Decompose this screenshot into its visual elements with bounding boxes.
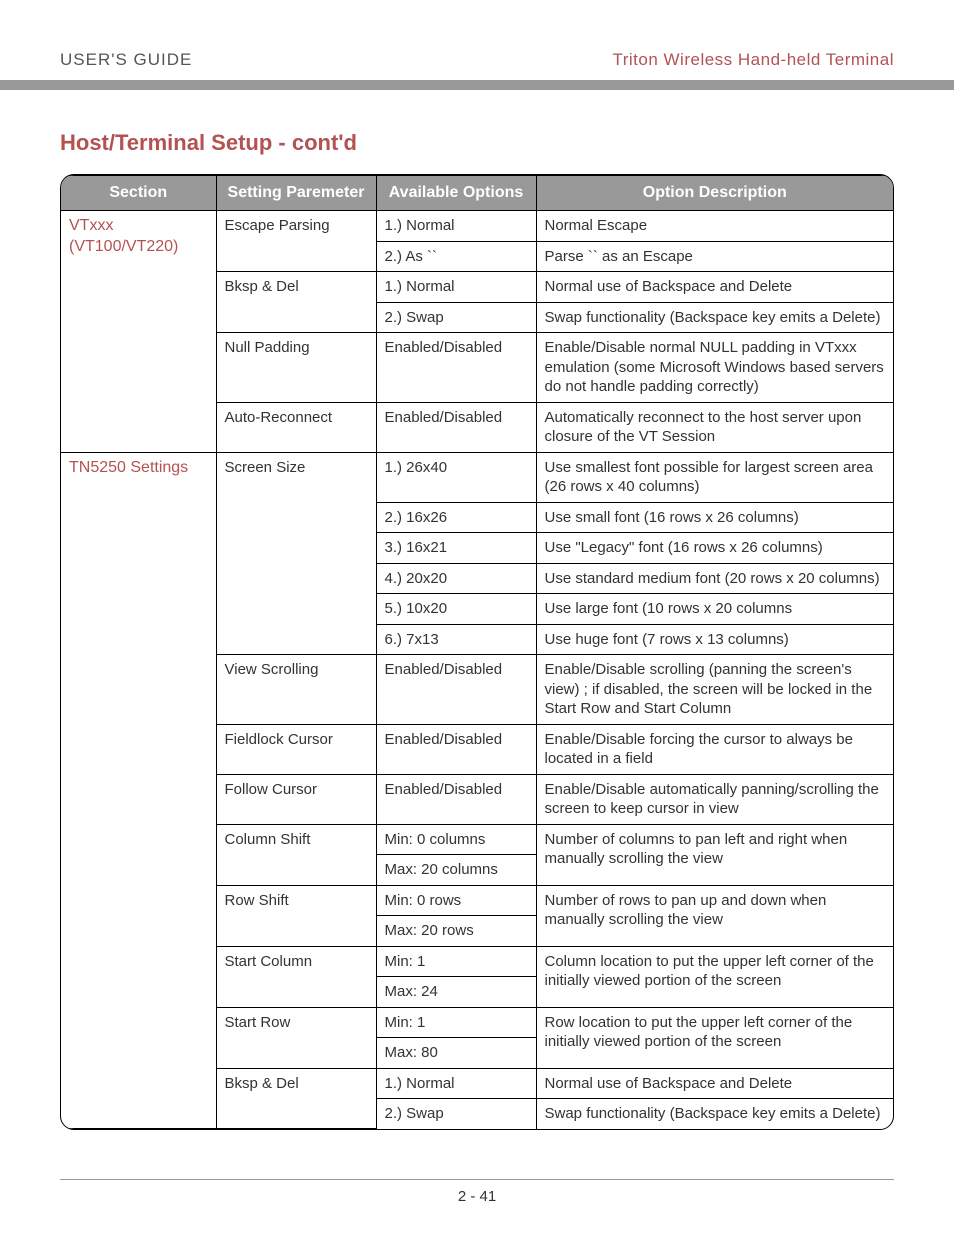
table-row: TN5250 Settings Screen Size 1.) 26x40 Us… — [61, 452, 893, 502]
table-row: VTxxx (VT100/VT220) Escape Parsing 1.) N… — [61, 211, 893, 242]
opt: 2.) As `` — [376, 241, 536, 272]
opt: 5.) 10x20 — [376, 594, 536, 625]
param-null-padding: Null Padding — [216, 333, 376, 403]
table-header-row: Section Setting Paremeter Available Opti… — [61, 176, 893, 211]
page-header: USER'S GUIDE Triton Wireless Hand-held T… — [60, 50, 894, 70]
opt: Enabled/Disabled — [376, 402, 536, 452]
param-bksp-del: Bksp & Del — [216, 1068, 376, 1129]
header-divider — [0, 80, 954, 90]
opt: Max: 20 columns — [376, 855, 536, 886]
opt: Enabled/Disabled — [376, 774, 536, 824]
header-right: Triton Wireless Hand-held Terminal — [612, 50, 894, 70]
desc: Automatically reconnect to the host serv… — [536, 402, 893, 452]
opt: 6.) 7x13 — [376, 624, 536, 655]
desc: Enable/Disable forcing the cursor to alw… — [536, 724, 893, 774]
desc: Parse `` as an Escape — [536, 241, 893, 272]
opt: Min: 1 — [376, 946, 536, 977]
opt: Enabled/Disabled — [376, 724, 536, 774]
desc: Enable/Disable normal NULL padding in VT… — [536, 333, 893, 403]
param-screen-size: Screen Size — [216, 452, 376, 655]
opt: Min: 0 rows — [376, 885, 536, 916]
param-column-shift: Column Shift — [216, 824, 376, 885]
opt: 3.) 16x21 — [376, 533, 536, 564]
opt: Max: 24 — [376, 977, 536, 1008]
param-escape-parsing: Escape Parsing — [216, 211, 376, 272]
desc: Use standard medium font (20 rows x 20 c… — [536, 563, 893, 594]
opt: Enabled/Disabled — [376, 333, 536, 403]
page-footer: 2 - 41 — [0, 1179, 954, 1205]
param-bksp-del: Bksp & Del — [216, 272, 376, 333]
opt: 1.) 26x40 — [376, 452, 536, 502]
opt: 1.) Normal — [376, 1068, 536, 1099]
desc: Use "Legacy" font (16 rows x 26 columns) — [536, 533, 893, 564]
opt: Max: 80 — [376, 1038, 536, 1069]
section-tn5250: TN5250 Settings — [61, 452, 216, 1129]
section-vtxxx: VTxxx (VT100/VT220) — [61, 211, 216, 453]
param-auto-reconnect: Auto-Reconnect — [216, 402, 376, 452]
opt: 2.) 16x26 — [376, 502, 536, 533]
desc: Enable/Disable automatically panning/scr… — [536, 774, 893, 824]
desc: Number of columns to pan left and right … — [536, 824, 893, 885]
param-fieldlock-cursor: Fieldlock Cursor — [216, 724, 376, 774]
desc: Row location to put the upper left corne… — [536, 1007, 893, 1068]
desc: Swap functionality (Backspace key emits … — [536, 302, 893, 333]
opt: Enabled/Disabled — [376, 655, 536, 725]
opt: Min: 1 — [376, 1007, 536, 1038]
desc: Normal use of Backspace and Delete — [536, 1068, 893, 1099]
opt: Min: 0 columns — [376, 824, 536, 855]
desc: Use large font (10 rows x 20 columns — [536, 594, 893, 625]
desc: Normal use of Backspace and Delete — [536, 272, 893, 303]
param-view-scrolling: View Scrolling — [216, 655, 376, 725]
desc: Normal Escape — [536, 211, 893, 242]
param-follow-cursor: Follow Cursor — [216, 774, 376, 824]
desc: Use small font (16 rows x 26 columns) — [536, 502, 893, 533]
settings-table: Section Setting Paremeter Available Opti… — [61, 175, 893, 1129]
opt: 1.) Normal — [376, 211, 536, 242]
section-title: Host/Terminal Setup - cont'd — [60, 130, 894, 156]
desc: Swap functionality (Backspace key emits … — [536, 1099, 893, 1129]
param-start-row: Start Row — [216, 1007, 376, 1068]
desc: Number of rows to pan up and down when m… — [536, 885, 893, 946]
col-section: Section — [61, 176, 216, 211]
opt: Max: 20 rows — [376, 916, 536, 947]
col-setting-parameter: Setting Paremeter — [216, 176, 376, 211]
col-option-description: Option Description — [536, 176, 893, 211]
desc: Column location to put the upper left co… — [536, 946, 893, 1007]
desc: Use huge font (7 rows x 13 columns) — [536, 624, 893, 655]
desc: Enable/Disable scrolling (panning the sc… — [536, 655, 893, 725]
header-left: USER'S GUIDE — [60, 50, 192, 70]
settings-table-wrap: Section Setting Paremeter Available Opti… — [60, 174, 894, 1130]
opt: 4.) 20x20 — [376, 563, 536, 594]
param-row-shift: Row Shift — [216, 885, 376, 946]
param-start-column: Start Column — [216, 946, 376, 1007]
opt: 2.) Swap — [376, 1099, 536, 1129]
page-number: 2 - 41 — [458, 1188, 496, 1205]
opt: 1.) Normal — [376, 272, 536, 303]
opt: 2.) Swap — [376, 302, 536, 333]
col-available-options: Available Options — [376, 176, 536, 211]
desc: Use smallest font possible for largest s… — [536, 452, 893, 502]
